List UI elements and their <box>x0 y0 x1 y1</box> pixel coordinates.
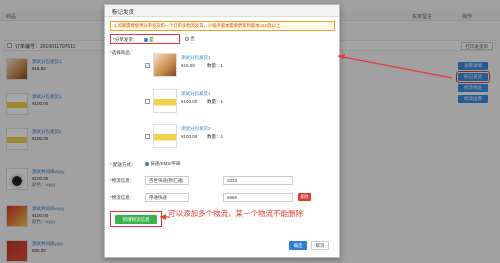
arrow-head-icon <box>338 54 345 59</box>
arrow-to-mark-shipped <box>337 55 453 79</box>
annotation-arrows <box>160 54 453 220</box>
arrow-head-icon <box>160 214 166 220</box>
annotation-text: 可以添加多个物流，某一个物流不能删除 <box>168 209 303 218</box>
